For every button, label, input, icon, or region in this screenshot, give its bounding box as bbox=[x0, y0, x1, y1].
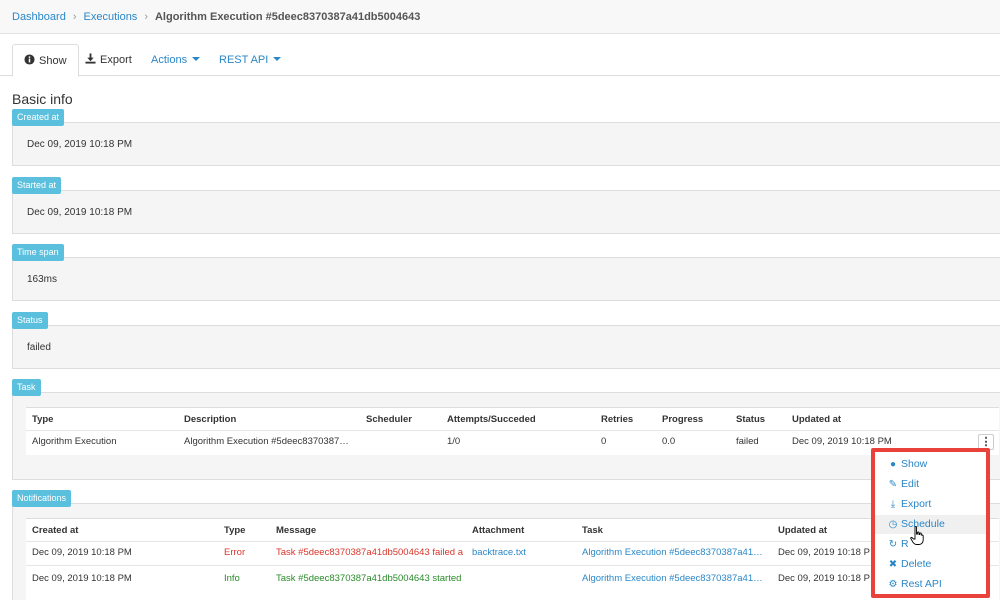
tab-rest-api-label: REST API bbox=[219, 54, 269, 66]
started-at-label: Started at bbox=[12, 177, 62, 194]
notif-header-task: Task bbox=[582, 525, 603, 536]
menu-item-retry[interactable]: ↻ R bbox=[875, 535, 986, 554]
breadcrumb-separator: › bbox=[72, 11, 77, 23]
basic-info-title: Basic info bbox=[12, 91, 73, 107]
breadcrumb-current: Algorithm Execution #5deec8370387a41db50… bbox=[154, 11, 421, 23]
notifications-panel: Created at Type Message Attachment Task … bbox=[12, 503, 1000, 600]
info-circle-icon bbox=[24, 54, 35, 65]
task-row-progress: 0.0 bbox=[662, 436, 676, 447]
task-label: Task bbox=[12, 379, 41, 396]
tab-bar: Show Export Actions REST API bbox=[0, 44, 1000, 77]
menu-item-rest-api-label: Rest API bbox=[901, 578, 942, 590]
task-header-description: Description bbox=[184, 414, 237, 425]
time-span-label: Time span bbox=[12, 244, 64, 261]
notif-header-created-at: Created at bbox=[32, 525, 79, 536]
notif-row-task-link[interactable]: Algorithm Execution #5deec8370387a41… bbox=[582, 573, 763, 584]
notif-row-updated-at: Dec 09, 2019 10:18 P bbox=[778, 547, 870, 558]
menu-item-rest-api[interactable]: ⚙ Rest API bbox=[875, 575, 986, 594]
breadcrumb-executions[interactable]: Executions bbox=[84, 11, 138, 23]
notif-row-updated-at: Dec 09, 2019 10:18 P bbox=[778, 573, 870, 584]
task-panel: Type Description Scheduler Attempts/Succ… bbox=[12, 392, 1000, 480]
task-header-attempts: Attempts/Succeded bbox=[447, 414, 536, 425]
menu-item-export-label: Export bbox=[901, 498, 932, 510]
task-header-status: Status bbox=[736, 414, 766, 425]
menu-item-show-label: Show bbox=[901, 458, 928, 470]
time-span-panel: 163ms bbox=[12, 257, 1000, 301]
breadcrumb: Dashboard › Executions › Algorithm Execution… bbox=[12, 11, 420, 23]
row-divider bbox=[26, 541, 999, 542]
refresh-icon: ↻ bbox=[888, 539, 898, 550]
breadcrumb-dashboard[interactable]: Dashboard bbox=[12, 11, 66, 23]
notif-row-type: Info bbox=[224, 573, 240, 584]
status-label: Status bbox=[12, 312, 48, 329]
tab-actions-label: Actions bbox=[151, 54, 188, 66]
notif-header-updated-at: Updated at bbox=[778, 525, 828, 536]
notif-header-type: Type bbox=[224, 525, 246, 536]
notif-row-created-at: Dec 09, 2019 10:18 PM bbox=[32, 573, 132, 584]
created-at-label: Created at bbox=[12, 109, 65, 126]
menu-item-export[interactable]: ⤓ Export bbox=[875, 495, 986, 514]
task-table: Type Description Scheduler Attempts/Succ… bbox=[26, 407, 999, 455]
tab-export-label: Export bbox=[100, 54, 132, 66]
task-row-retries: 0 bbox=[601, 436, 607, 447]
menu-item-show[interactable]: ● Show bbox=[875, 455, 986, 474]
created-at-panel: Dec 09, 2019 10:18 PM bbox=[12, 122, 1000, 166]
top-bar: Dashboard › Executions › Algorithm Execution… bbox=[0, 0, 1000, 34]
task-header-type: Type bbox=[32, 414, 54, 425]
created-at-value: Dec 09, 2019 10:18 PM bbox=[27, 139, 133, 150]
menu-item-retry-label: R bbox=[901, 538, 909, 550]
caret-down-icon bbox=[273, 57, 282, 61]
tab-export[interactable]: Export bbox=[74, 44, 143, 76]
menu-item-schedule[interactable]: ◷ Schedule bbox=[875, 515, 986, 534]
menu-item-edit-label: Edit bbox=[901, 478, 920, 490]
hand-cursor-icon bbox=[910, 526, 924, 545]
info-circle-icon: ● bbox=[889, 459, 897, 470]
close-icon: ✖ bbox=[888, 559, 898, 570]
task-header-retries: Retries bbox=[601, 414, 634, 425]
notifications-table: Created at Type Message Attachment Task … bbox=[26, 518, 999, 600]
gear-icon: ⚙ bbox=[888, 579, 898, 590]
row-divider bbox=[26, 430, 999, 431]
task-row-status: failed bbox=[736, 436, 759, 447]
task-header-progress: Progress bbox=[662, 414, 704, 425]
task-header-scheduler: Scheduler bbox=[366, 414, 412, 425]
task-row-attempts: 1/0 bbox=[447, 436, 461, 447]
menu-item-delete-label: Delete bbox=[901, 558, 932, 570]
started-at-panel: Dec 09, 2019 10:18 PM bbox=[12, 190, 1000, 234]
notif-row-attachment-link[interactable]: backtrace.txt bbox=[472, 547, 526, 558]
tab-show-label: Show bbox=[39, 55, 67, 67]
notif-row-message: Task #5deec8370387a41db5004643 started bbox=[276, 573, 462, 584]
task-header-updated-at: Updated at bbox=[792, 414, 842, 425]
notif-row-created-at: Dec 09, 2019 10:18 PM bbox=[32, 547, 132, 558]
status-panel: failed bbox=[12, 325, 1000, 369]
notif-row-task-link[interactable]: Algorithm Execution #5deec8370387a41… bbox=[582, 547, 763, 558]
kebab-icon: ⋮ bbox=[980, 436, 992, 448]
menu-item-delete[interactable]: ✖ Delete bbox=[875, 555, 986, 574]
started-at-value: Dec 09, 2019 10:18 PM bbox=[27, 207, 133, 218]
row-actions-menu: ● Show ✎ Edit ⤓ Export ◷ Schedule ↻ R ✖ Delete… bbox=[871, 448, 990, 598]
notif-header-message: Message bbox=[276, 525, 317, 536]
notifications-label: Notifications bbox=[12, 490, 72, 507]
breadcrumb-separator: › bbox=[144, 11, 148, 23]
task-row-description: Algorithm Execution #5deec8370387… bbox=[184, 436, 349, 447]
notif-header-attachment: Attachment bbox=[472, 525, 525, 536]
notif-row-message: Task #5deec8370387a41db5004643 failed a bbox=[276, 547, 463, 558]
row-divider bbox=[26, 565, 999, 566]
pencil-icon: ✎ bbox=[888, 479, 898, 490]
caret-down-icon bbox=[192, 57, 201, 61]
status-value: failed bbox=[27, 342, 51, 353]
time-span-value: 163ms bbox=[27, 274, 58, 285]
download-icon: ⤓ bbox=[890, 499, 896, 510]
download-icon bbox=[85, 53, 96, 64]
clock-icon: ◷ bbox=[888, 519, 898, 530]
tab-rest-api[interactable]: REST API bbox=[208, 44, 292, 76]
tab-show[interactable]: Show bbox=[12, 44, 79, 77]
menu-item-edit[interactable]: ✎ Edit bbox=[875, 475, 986, 494]
notif-row-type: Error bbox=[224, 547, 246, 558]
task-row-type: Algorithm Execution bbox=[32, 436, 117, 447]
task-row-updated-at: Dec 09, 2019 10:18 PM bbox=[792, 436, 892, 447]
tab-actions[interactable]: Actions bbox=[140, 44, 211, 76]
